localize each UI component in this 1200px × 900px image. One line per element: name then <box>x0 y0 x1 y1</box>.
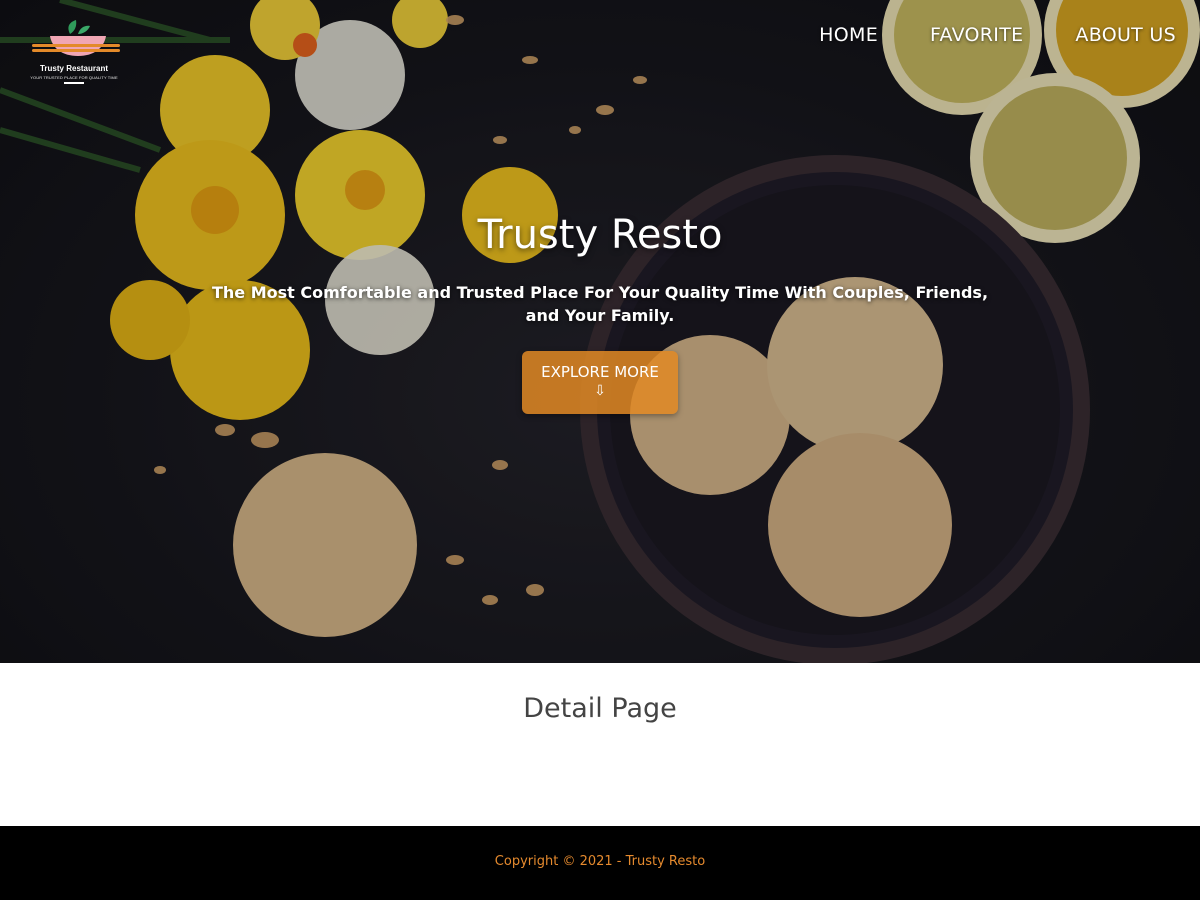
hero-title: Trusty Resto <box>477 212 723 258</box>
logo-name: Trusty Restaurant <box>39 64 109 73</box>
logo[interactable]: Trusty Restaurant YOUR TRUSTED PLACE FOR… <box>22 20 130 86</box>
nav-home[interactable]: HOME <box>819 24 878 46</box>
main-nav: HOME FAVORITE ABOUT US <box>819 24 1176 46</box>
detail-section: Detail Page <box>0 663 1200 826</box>
logo-tagline: YOUR TRUSTED PLACE FOR QUALITY TIME <box>30 75 118 80</box>
nav-about-us[interactable]: ABOUT US <box>1075 24 1176 46</box>
hero-overlay <box>0 0 1200 663</box>
nav-favorite[interactable]: FAVORITE <box>930 24 1023 46</box>
logo-underline <box>64 82 84 84</box>
hero-subtitle: The Most Comfortable and Trusted Place F… <box>211 283 989 325</box>
footer: Copyright © 2021 - Trusty Resto <box>0 826 1200 900</box>
restaurant-bowl-icon <box>32 20 120 56</box>
hero-section: Trusty Restaurant YOUR TRUSTED PLACE FOR… <box>0 0 1200 663</box>
explore-more-button[interactable]: EXPLORE MORE ⇩ <box>522 351 678 414</box>
down-arrow-icon: ⇩ <box>594 383 606 399</box>
footer-copyright: Copyright © 2021 - Trusty Resto <box>494 854 706 869</box>
page-title: Detail Page <box>523 693 677 724</box>
explore-more-label: EXPLORE MORE <box>541 363 659 381</box>
